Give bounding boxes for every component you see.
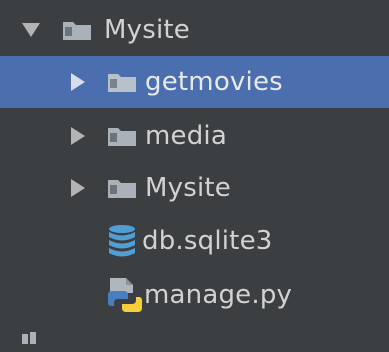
- python-file-icon: [108, 277, 142, 313]
- tree-node-label: media: [145, 121, 227, 151]
- tree-node-db-sqlite3[interactable]: db.sqlite3: [0, 215, 389, 267]
- tree-node-label: manage.py: [144, 280, 293, 310]
- tree-node-root-mysite[interactable]: Mysite: [0, 4, 389, 56]
- tree-node-manage-py[interactable]: manage.py: [0, 269, 389, 321]
- tree-node-media[interactable]: media: [0, 110, 389, 162]
- tree-node-getmovies[interactable]: getmovies: [0, 56, 389, 108]
- expand-arrow-right-icon[interactable]: [67, 125, 89, 147]
- folder-icon: [107, 177, 137, 199]
- folder-icon: [107, 125, 137, 147]
- expand-arrow-right-icon[interactable]: [67, 177, 89, 199]
- folder-icon: [107, 71, 137, 93]
- tree-node-label: Mysite: [104, 15, 190, 45]
- tree-node-partial: [0, 322, 389, 352]
- tree-node-label: db.sqlite3: [142, 226, 273, 256]
- expand-arrow-down-icon[interactable]: [20, 19, 42, 41]
- database-icon: [108, 224, 136, 258]
- tree-node-label: getmovies: [145, 67, 283, 97]
- external-libraries-icon: [20, 330, 50, 344]
- tree-node-label: Mysite: [145, 173, 231, 203]
- folder-icon: [62, 19, 92, 41]
- project-tree: Mysite getmovies media Mysite db.sqlite3…: [0, 0, 389, 344]
- tree-node-mysite[interactable]: Mysite: [0, 162, 389, 214]
- expand-arrow-right-icon[interactable]: [67, 71, 89, 93]
